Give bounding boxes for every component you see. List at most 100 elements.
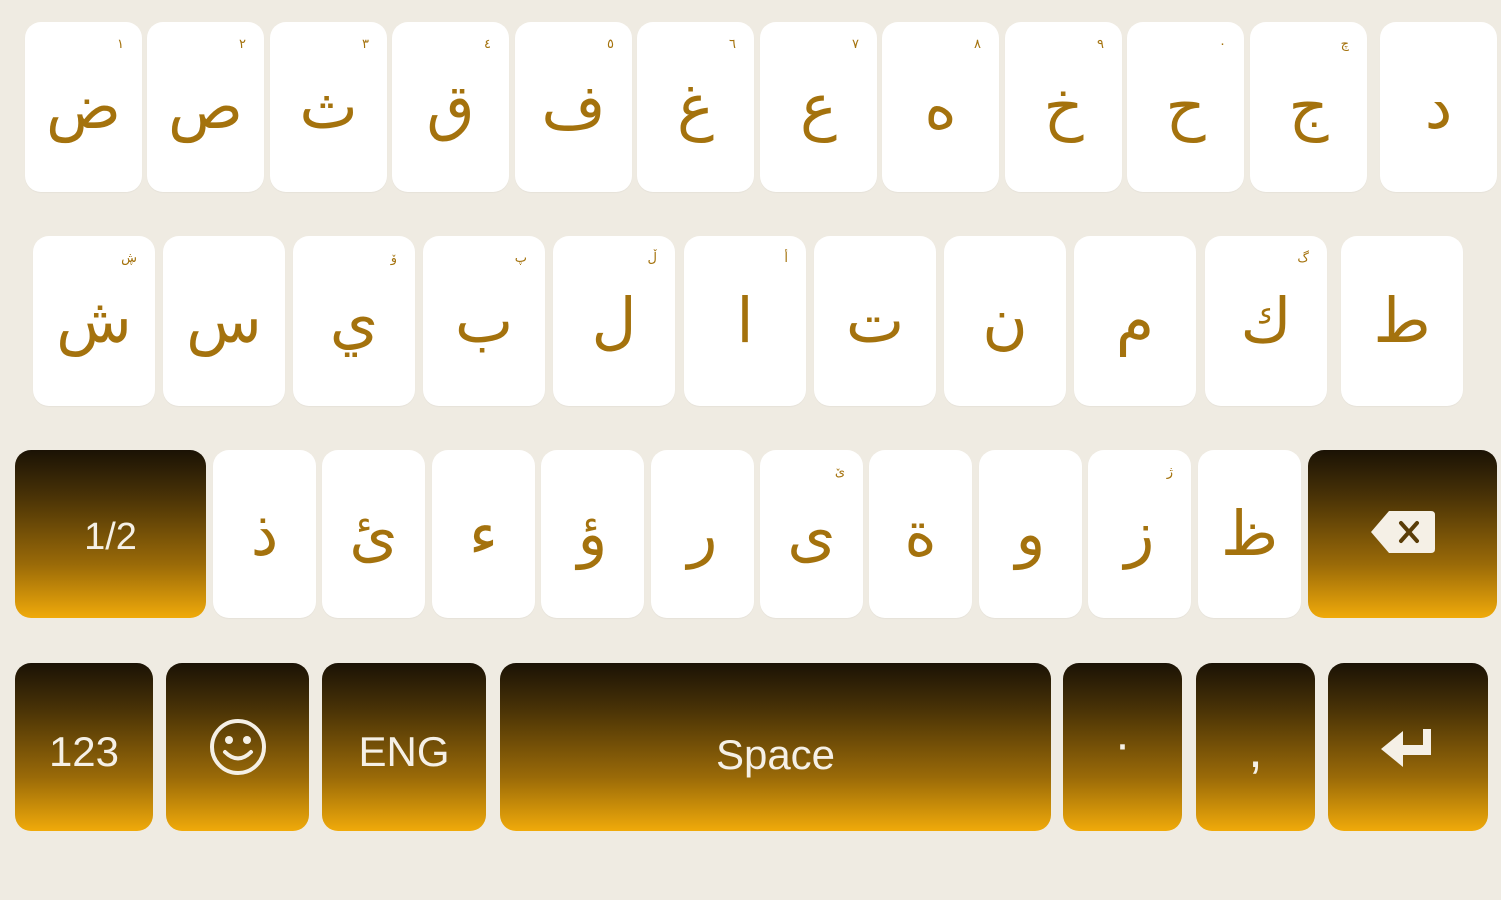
key-dad[interactable]: ١ ض — [25, 22, 142, 192]
key-jeem[interactable]: چ ج — [1250, 22, 1367, 192]
key-ha[interactable]: ٨ ه — [882, 22, 999, 192]
key-letter: ص — [168, 70, 243, 143]
key-letter: ت — [845, 284, 905, 357]
key-meem[interactable]: م — [1074, 236, 1196, 406]
key-letter: ؤ — [577, 497, 608, 570]
key-letter: ل — [591, 284, 637, 357]
key-alif[interactable]: أ ا — [684, 236, 806, 406]
language-label: ENG — [358, 728, 450, 776]
key-letter: ش — [56, 284, 132, 357]
key-letter: ف — [541, 70, 606, 143]
key-letter: م — [1115, 284, 1155, 357]
key-hint: پ — [514, 251, 527, 266]
key-letter: ض — [46, 70, 121, 143]
space-bar[interactable]: Space — [500, 663, 1051, 831]
key-hint: گ — [1297, 251, 1309, 266]
key-letter: س — [186, 284, 262, 357]
key-hint: ژ — [1166, 465, 1173, 480]
key-ta[interactable]: ت — [814, 236, 936, 406]
comma-key[interactable]: , — [1196, 663, 1315, 831]
key-waw-hamza[interactable]: ؤ — [541, 450, 644, 618]
key-fa[interactable]: ٥ ف — [515, 22, 632, 192]
key-seen[interactable]: س — [163, 236, 285, 406]
period-label: · — [1114, 718, 1131, 772]
shift-page-label: 1/2 — [84, 516, 137, 559]
key-ba[interactable]: پ ب — [423, 236, 545, 406]
key-hint: ڜ — [121, 251, 137, 266]
key-hint: ٣ — [362, 37, 369, 52]
key-noon[interactable]: ن — [944, 236, 1066, 406]
smiley-icon — [166, 717, 309, 777]
key-letter: ع — [800, 70, 837, 143]
key-letter: ه — [924, 70, 957, 143]
key-hint: أ — [784, 251, 788, 266]
key-letter: ط — [1373, 284, 1431, 357]
key-zain[interactable]: ژ ز — [1088, 450, 1191, 618]
space-label: Space — [715, 731, 836, 779]
key-hint: ٧ — [852, 37, 859, 52]
key-letter: ق — [426, 70, 475, 143]
key-hint: ٤ — [484, 37, 491, 52]
key-letter: غ — [677, 70, 714, 143]
key-letter: ء — [468, 497, 499, 570]
key-letter: ح — [1165, 70, 1206, 143]
key-hha[interactable]: ٠ ح — [1127, 22, 1244, 192]
key-sheen[interactable]: ڜ ش — [33, 236, 155, 406]
emoji-button[interactable] — [166, 663, 309, 831]
key-kaf[interactable]: گ ك — [1205, 236, 1327, 406]
enter-icon — [1328, 725, 1488, 773]
key-sad[interactable]: ٢ ص — [147, 22, 264, 192]
comma-label: , — [1248, 721, 1263, 780]
key-hint: ێ — [834, 465, 845, 480]
key-ghain[interactable]: ٦ غ — [637, 22, 754, 192]
key-letter: خ — [1043, 70, 1084, 143]
key-letter: ن — [982, 284, 1028, 357]
numbers-button[interactable]: 123 — [15, 663, 153, 831]
key-letter: ى — [787, 497, 836, 570]
key-hint: ٦ — [729, 37, 736, 52]
numbers-label: 123 — [48, 728, 120, 776]
key-hint: ٠ — [1219, 37, 1226, 52]
shift-page-button[interactable]: 1/2 — [15, 450, 206, 618]
key-letter: ة — [904, 497, 937, 570]
key-letter: و — [1015, 497, 1046, 570]
key-ya[interactable]: ۆ ي — [293, 236, 415, 406]
backspace-icon — [1308, 509, 1497, 555]
key-hint: ٥ — [607, 37, 614, 52]
key-letter: ك — [1240, 284, 1292, 357]
key-ta-marbuta[interactable]: ة — [869, 450, 972, 618]
enter-button[interactable] — [1328, 663, 1488, 831]
key-letter: ظ — [1220, 497, 1279, 570]
key-letter: ج — [1288, 70, 1329, 143]
key-tah[interactable]: ط — [1341, 236, 1463, 406]
key-hamza[interactable]: ء — [432, 450, 535, 618]
key-letter: ا — [736, 284, 754, 357]
key-ain[interactable]: ٧ ع — [760, 22, 877, 192]
key-ya-hamza[interactable]: ئ — [322, 450, 425, 618]
period-key[interactable]: · — [1063, 663, 1182, 831]
key-kha[interactable]: ٩ خ — [1005, 22, 1122, 192]
key-thal[interactable]: ذ — [213, 450, 316, 618]
key-tha[interactable]: ٣ ث — [270, 22, 387, 192]
key-zah[interactable]: ظ — [1198, 450, 1301, 618]
key-hint: ٢ — [239, 37, 246, 52]
key-letter: د — [1424, 70, 1453, 143]
key-letter: ذ — [250, 497, 279, 570]
key-hint: چ — [1340, 37, 1349, 52]
key-letter: ئ — [349, 497, 398, 570]
key-dal[interactable]: د — [1380, 22, 1497, 192]
key-hint: ۆ — [390, 251, 397, 266]
key-hint: ١ — [117, 37, 124, 52]
language-switch-button[interactable]: ENG — [322, 663, 486, 831]
key-letter: ث — [299, 70, 358, 143]
key-letter: ز — [1124, 497, 1155, 570]
key-ra[interactable]: ر — [651, 450, 754, 618]
key-hint: ٩ — [1097, 37, 1104, 52]
key-waw[interactable]: و — [979, 450, 1082, 618]
key-alif-maksura[interactable]: ێ ى — [760, 450, 863, 618]
backspace-button[interactable] — [1308, 450, 1497, 618]
key-hint: ڵ — [647, 251, 657, 266]
key-lam[interactable]: ڵ ل — [553, 236, 675, 406]
key-letter: ر — [687, 497, 718, 570]
key-qaf[interactable]: ٤ ق — [392, 22, 509, 192]
